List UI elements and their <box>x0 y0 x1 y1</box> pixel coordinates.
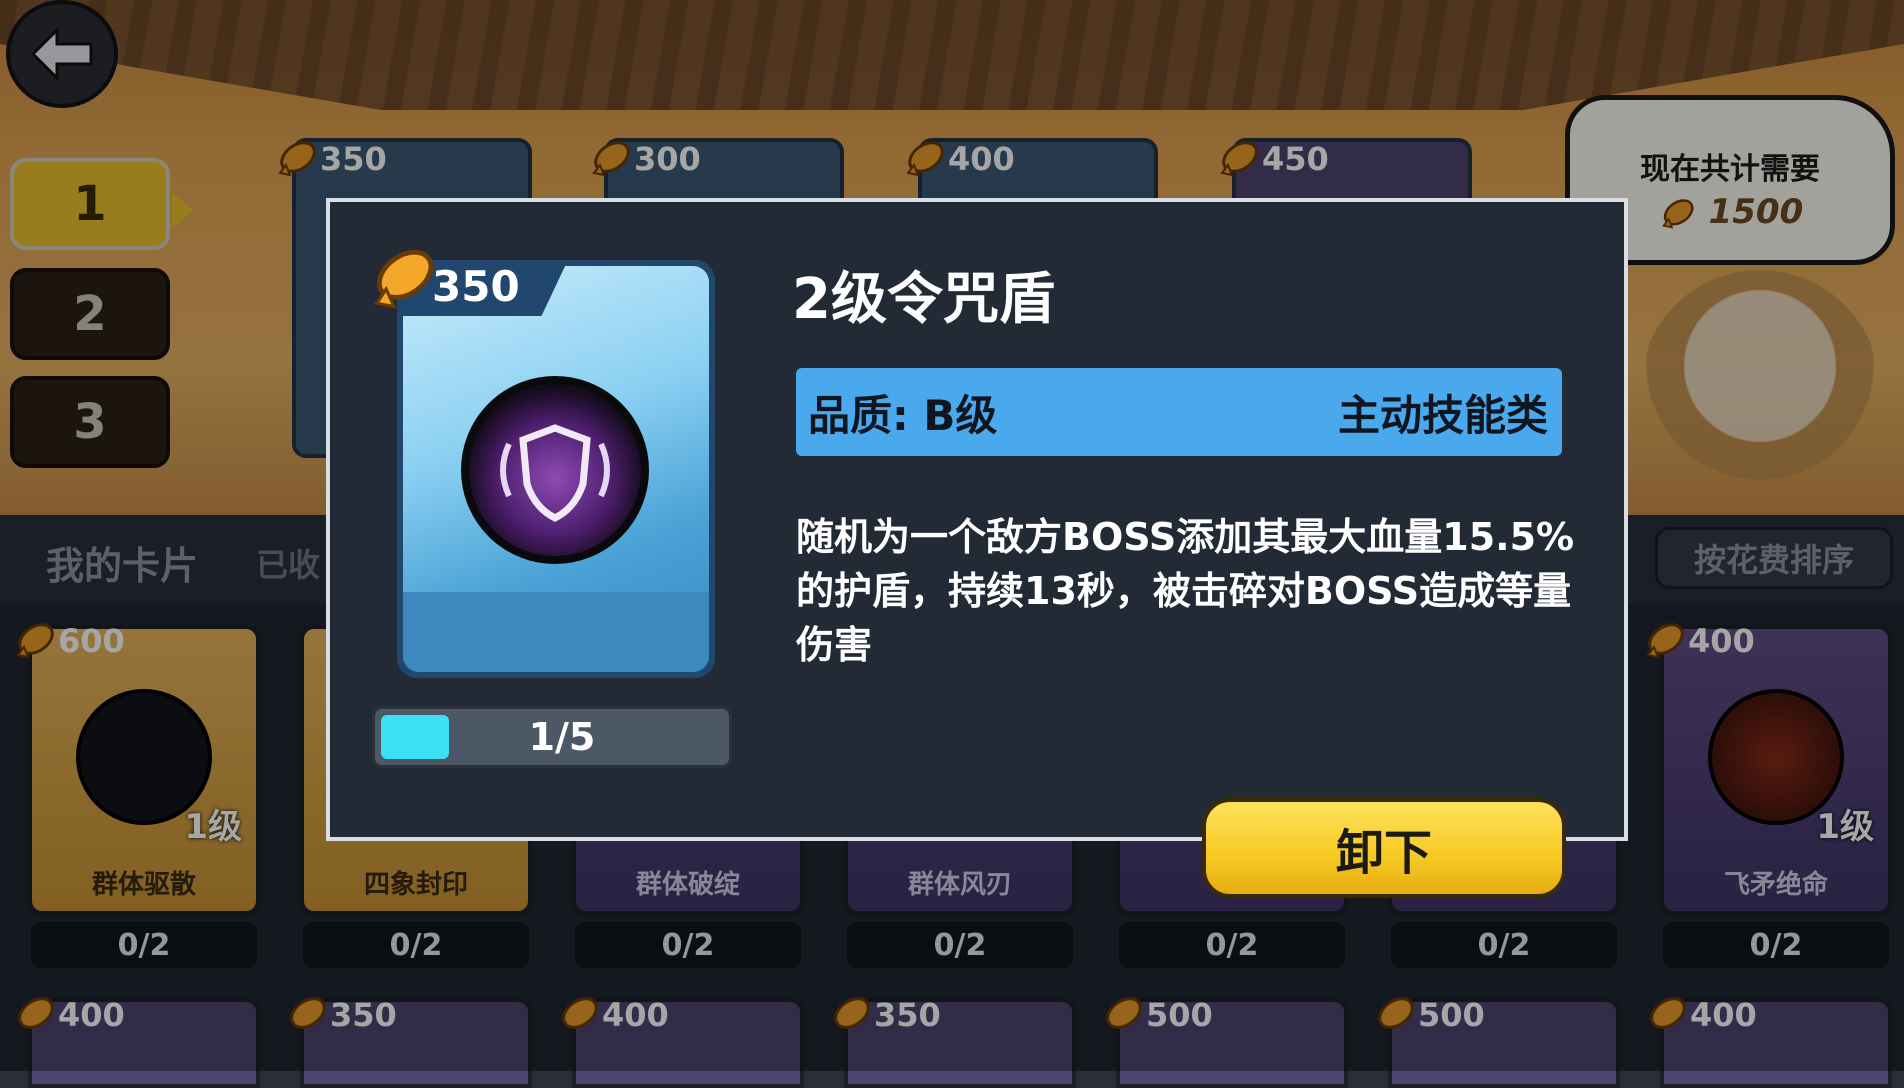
quality-label: 品质: B级 <box>808 390 998 440</box>
progress-text: 1/5 <box>528 715 596 759</box>
category-label: 主动技能类 <box>1337 390 1548 440</box>
unequip-button[interactable]: 卸下 <box>1202 798 1566 898</box>
skill-title: 2级令咒盾 <box>792 267 1055 332</box>
card-cost: 350 <box>432 262 520 311</box>
card-progress-bar: 1/5 <box>372 706 732 768</box>
shield-skill-icon <box>461 376 649 564</box>
quality-bar: 品质: B级 主动技能类 <box>796 368 1562 456</box>
fish-coin-icon <box>374 249 434 309</box>
skill-description: 随机为一个敌方BOSS添加其最大血量15.5%的护盾，持续13秒，被击碎对BOS… <box>796 515 1575 667</box>
